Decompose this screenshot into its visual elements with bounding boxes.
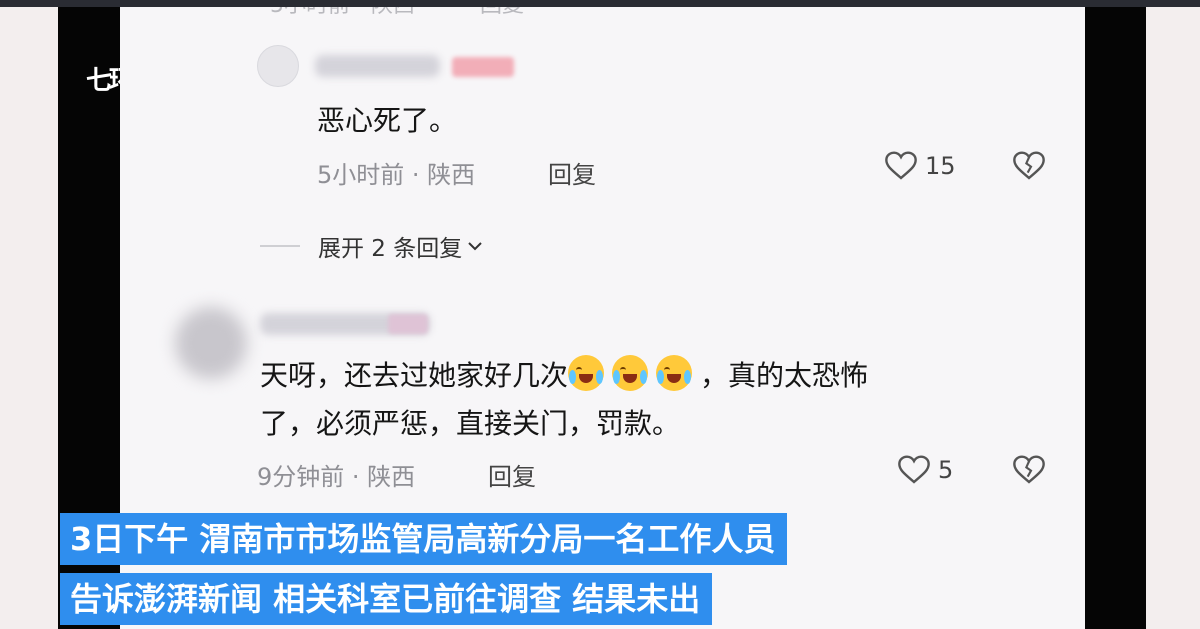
background-right [1146,7,1200,629]
expand-replies-label: 展开 2 条回复 [318,236,463,262]
comment1-username[interactable] [315,55,440,77]
background-left [0,7,58,629]
top-bar [0,0,1200,7]
divider-line [260,245,300,247]
comment2-avatar[interactable] [175,307,247,379]
comment1-dislike-button[interactable] [1013,151,1045,185]
heart-icon [898,455,930,484]
comment1-like-count: 15 [925,152,956,180]
previous-comment-reply[interactable]: 回复 [480,7,524,19]
comment1-text: 恶心死了。 [317,104,458,137]
crying-laughing-emoji-icon [568,355,605,391]
crying-laughing-emoji-icon [612,355,649,391]
comment2-like-count: 5 [938,456,954,484]
comment2-tag [388,314,428,334]
previous-comment-likes: 23 [900,7,928,12]
chevron-down-icon [468,242,482,251]
comment2-dislike-button[interactable] [1013,455,1045,489]
comment2-like-button[interactable]: 5 [898,455,953,485]
comment1-like-button[interactable]: 15 [885,151,956,181]
letterbox-right [1085,7,1146,629]
broken-heart-icon [1013,455,1045,484]
crying-laughing-emoji-icon [656,355,693,391]
comment2-reply-button[interactable]: 回复 [488,457,536,492]
comment1-tag [452,57,514,77]
comment1-avatar[interactable] [257,45,299,87]
comment2-text-end: ，真的太恐怖 [700,359,869,392]
heart-icon [885,151,917,180]
previous-comment-meta: 5小时前 · 陕西 回复 23 [120,7,1085,19]
expand-replies-button[interactable]: 展开 2 条回复 [260,229,484,263]
comment1-reply-button[interactable]: 回复 [548,155,596,190]
comment2-text: 天呀，还去过她家好几次 ，真的太恐怖 了，必须严惩，直接关门，罚款。 [260,352,1020,448]
comment1-time-location: 5小时前 · 陕西 [317,161,476,189]
previous-comment-time: 5小时前 · 陕西 [270,7,415,19]
comment2-text-start: 天呀，还去过她家好几次 [260,359,569,392]
comment2-text-line2: 了，必须严惩，直接关门，罚款。 [260,407,681,440]
news-caption-line1: 3日下午 渭南市市场监管局高新分局一名工作人员 [60,513,788,565]
broken-heart-icon [1013,151,1045,180]
comment2-time-location: 9分钟前 · 陕西 [257,463,416,491]
news-caption-line2: 告诉澎湃新闻 相关科室已前往调查 结果未出 [60,573,713,625]
